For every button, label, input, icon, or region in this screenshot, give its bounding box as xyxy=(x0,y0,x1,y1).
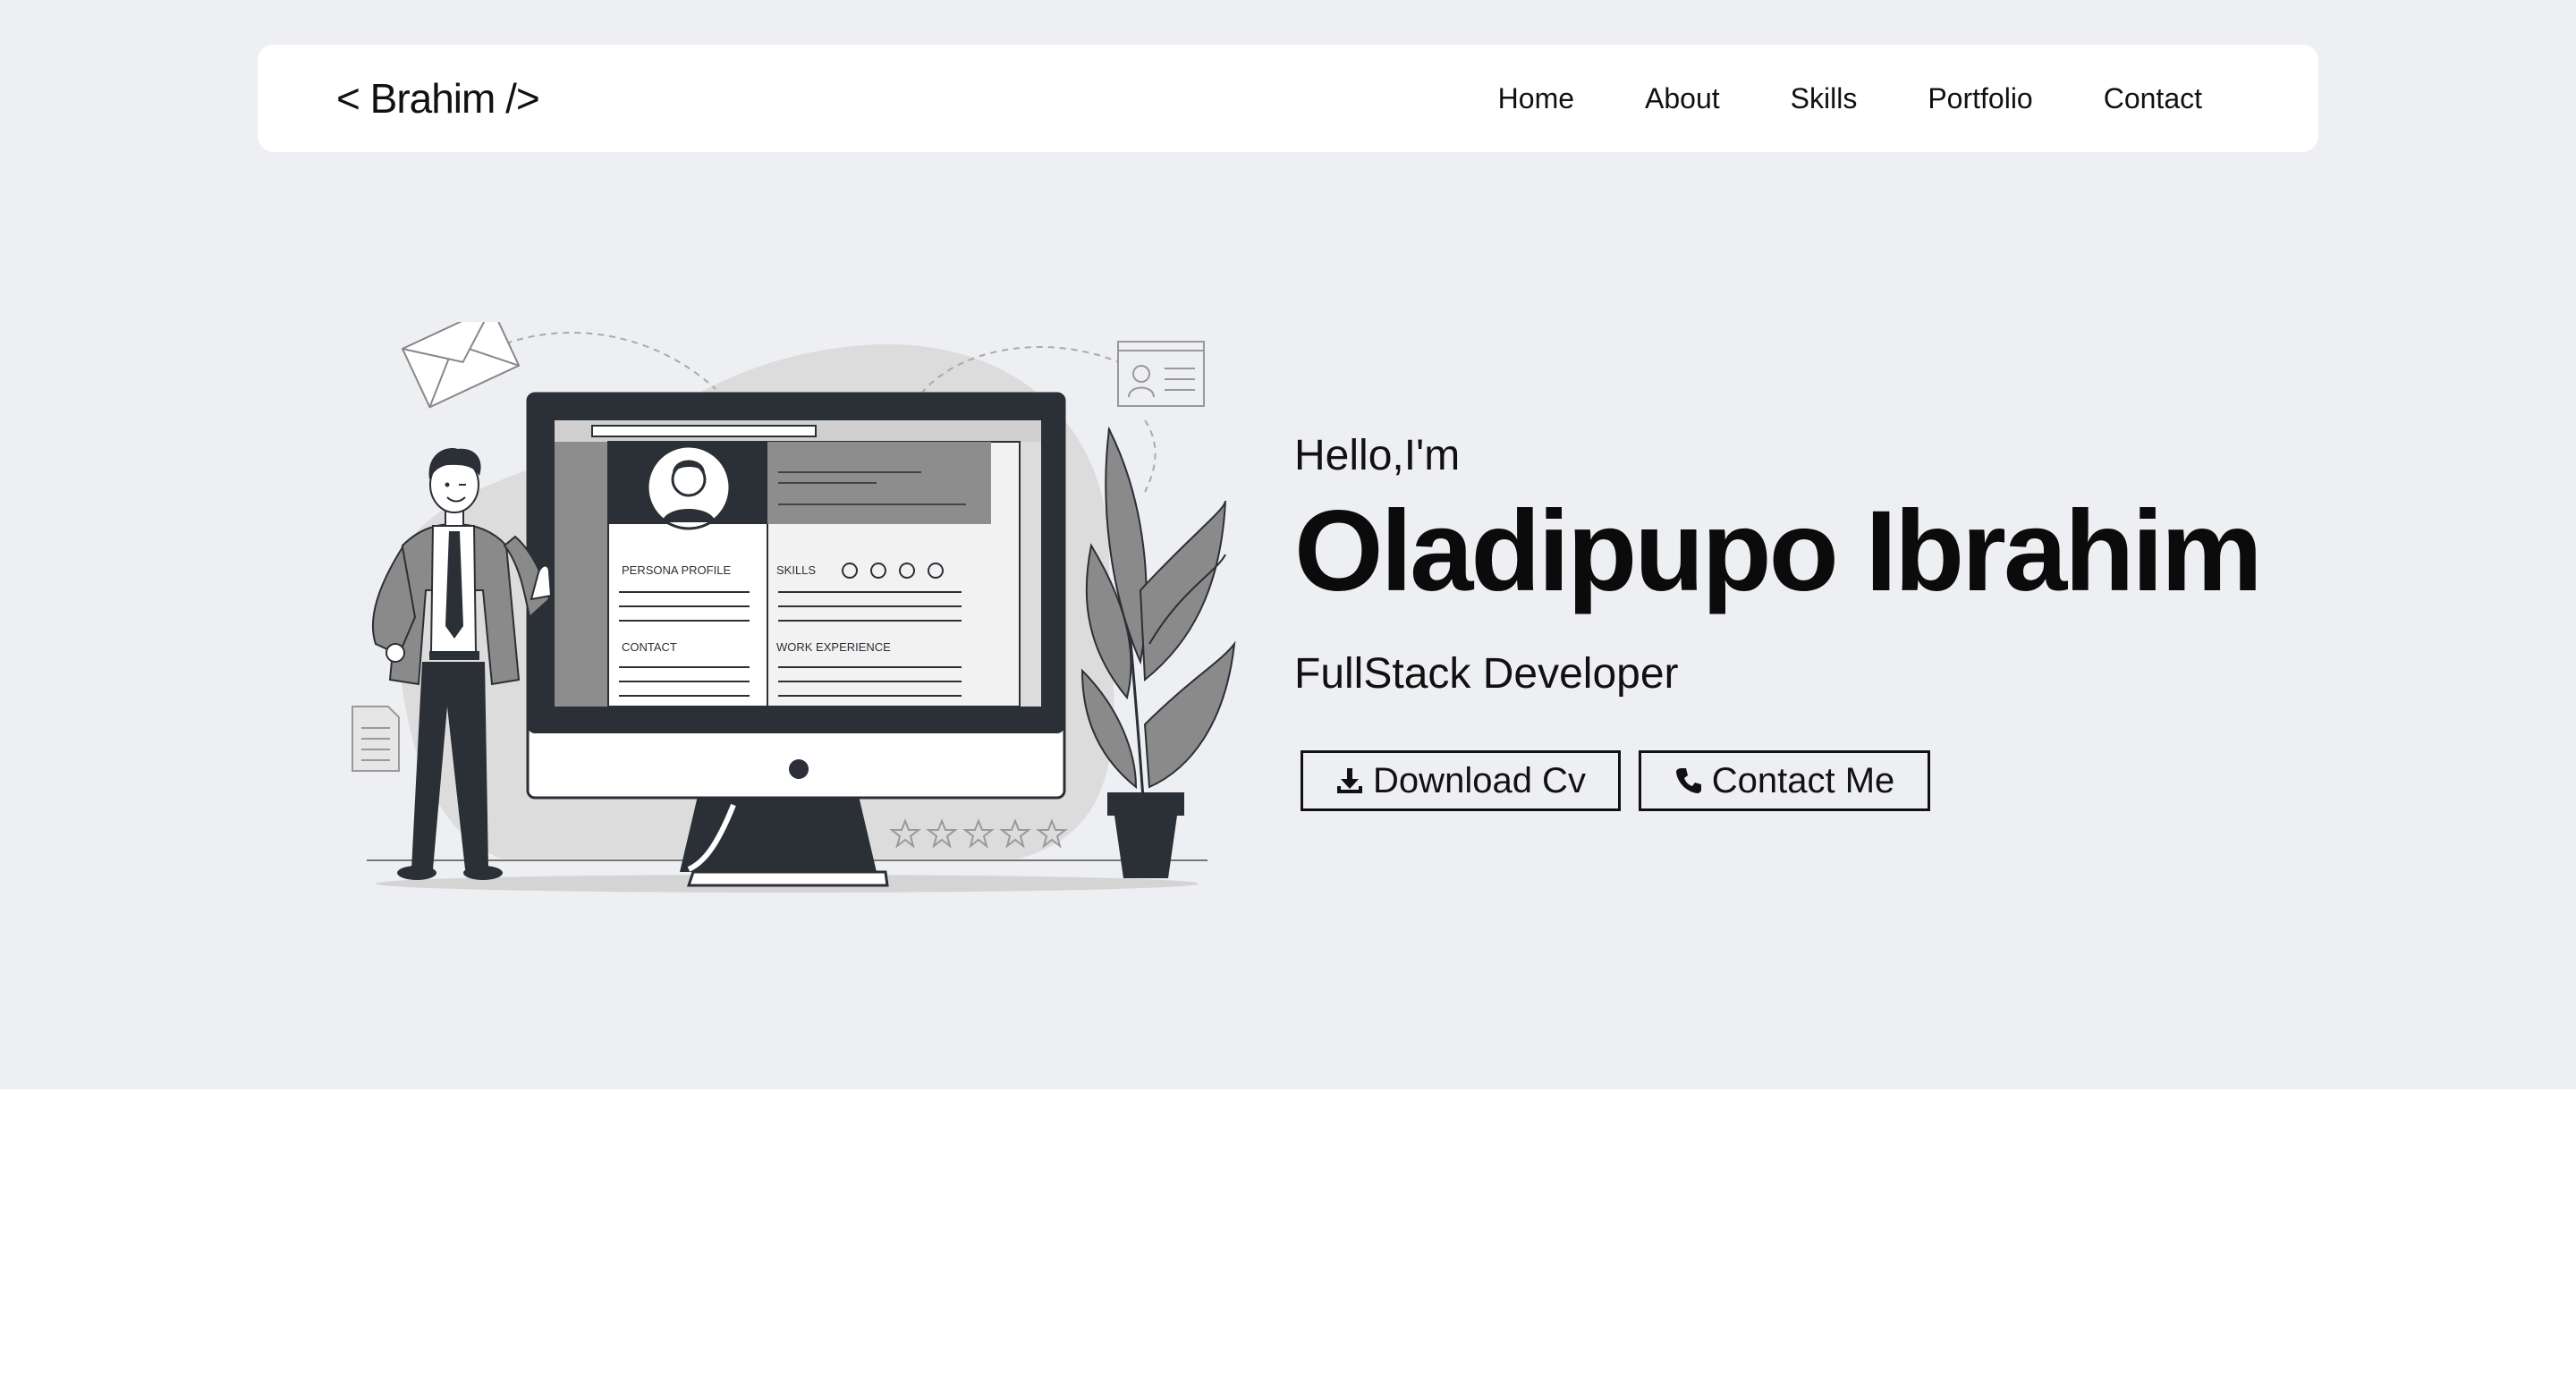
plant-illustration xyxy=(1080,426,1236,878)
download-cv-label: Download Cv xyxy=(1373,760,1586,800)
contact-me-button[interactable]: Contact Me xyxy=(1639,750,1930,811)
download-icon xyxy=(1337,768,1363,793)
hero-buttons: Download Cv Contact Me xyxy=(1301,750,1930,811)
envelope-icon xyxy=(401,322,521,409)
navbar: < Brahim /> Home About Skills Portfolio … xyxy=(258,45,2318,152)
nav-link-portfolio[interactable]: Portfolio xyxy=(1928,82,2032,115)
cv-label-persona-profile: PERSONA PROFILE xyxy=(622,563,731,577)
cv-label-contact: CONTACT xyxy=(622,640,677,654)
download-cv-button[interactable]: Download Cv xyxy=(1301,750,1621,811)
monitor-illustration: PERSONA PROFILE CONTACT SKILLS WORK EXPE… xyxy=(526,392,1066,800)
cv-label-work-experience: WORK EXPERIENCE xyxy=(776,640,891,654)
nav-link-skills[interactable]: Skills xyxy=(1791,82,1858,115)
id-card-icon xyxy=(1117,341,1205,407)
nav-link-home[interactable]: Home xyxy=(1498,82,1574,115)
hero-illustration: PERSONA PROFILE CONTACT SKILLS WORK EXPE… xyxy=(352,322,1236,893)
document-icon xyxy=(352,706,400,772)
hero-intro: Hello,I'm Oladipupo Ibrahim FullStack De… xyxy=(1294,429,2368,701)
hero-role: FullStack Developer xyxy=(1294,650,1679,698)
hero-greeting: Hello,I'm xyxy=(1294,432,1461,479)
nav-link-contact[interactable]: Contact xyxy=(2104,82,2202,115)
cv-label-skills: SKILLS xyxy=(776,563,816,577)
phone-icon xyxy=(1675,768,1701,793)
nav-links: Home About Skills Portfolio Contact xyxy=(1498,45,2202,152)
logo[interactable]: < Brahim /> xyxy=(336,45,540,152)
hero-name: Oladipupo Ibrahim xyxy=(1294,487,2263,615)
contact-me-label: Contact Me xyxy=(1711,760,1895,800)
nav-link-about[interactable]: About xyxy=(1645,82,1720,115)
